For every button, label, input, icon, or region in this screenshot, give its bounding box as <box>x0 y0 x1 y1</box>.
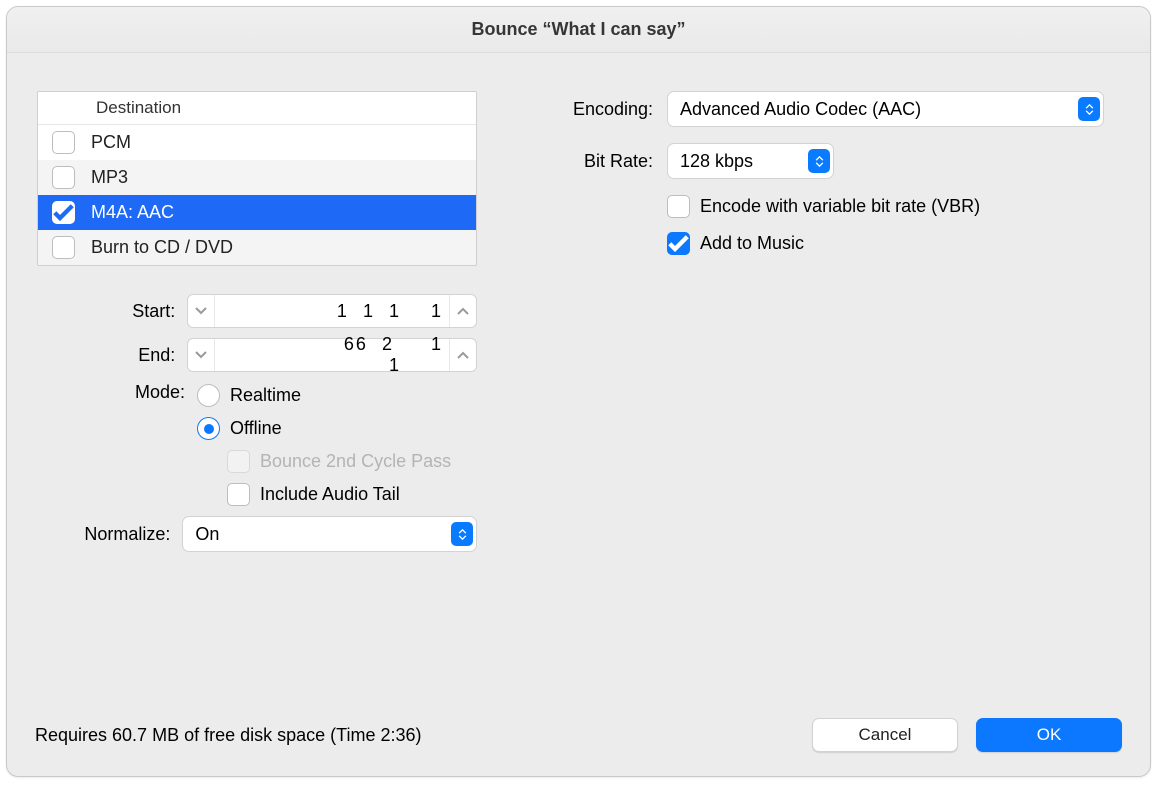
destination-label: Burn to CD / DVD <box>91 237 233 258</box>
window-title: Bounce “What I can say” <box>471 19 685 40</box>
mode-realtime-row[interactable]: Realtime <box>197 384 451 407</box>
bounce-dialog: Bounce “What I can say” Destination PCM <box>6 6 1151 777</box>
dropdown-icon <box>1078 97 1100 121</box>
start-c: 1 <box>389 301 401 321</box>
end-label: End: <box>37 345 187 366</box>
checkbox-mp3[interactable] <box>52 166 75 189</box>
bounce-2nd-row: Bounce 2nd Cycle Pass <box>197 450 451 473</box>
mode-offline-label: Offline <box>230 418 282 439</box>
footer-status: Requires 60.7 MB of free disk space (Tim… <box>35 725 422 746</box>
normalize-value: On <box>195 524 219 545</box>
dropdown-icon <box>808 149 830 173</box>
destination-row-m4a-aac[interactable]: M4A: AAC <box>38 195 476 230</box>
end-time-field[interactable]: 66 2 1 1 <box>187 338 477 372</box>
end-c: 1 <box>389 355 401 375</box>
bitrate-row: Bit Rate: 128 kbps <box>533 143 1120 179</box>
end-values[interactable]: 66 2 1 1 <box>215 334 449 376</box>
cancel-button[interactable]: Cancel <box>812 718 958 752</box>
left-form: Start: 1 1 1 1 <box>37 294 477 552</box>
start-b: 1 <box>363 301 375 321</box>
end-increment[interactable] <box>449 339 476 371</box>
mode-offline-row[interactable]: Offline <box>197 417 451 440</box>
vbr-label: Encode with variable bit rate (VBR) <box>700 196 980 217</box>
end-d: 1 <box>411 334 441 376</box>
normalize-select[interactable]: On <box>182 516 477 552</box>
destination-rows: PCM MP3 M4A: AAC <box>38 125 476 265</box>
destination-row-pcm[interactable]: PCM <box>38 125 476 160</box>
mode-options: Realtime Offline Bounce 2nd Cycle Pass <box>197 382 451 506</box>
destination-row-burn-cd-dvd[interactable]: Burn to CD / DVD <box>38 230 476 265</box>
footer: Requires 60.7 MB of free disk space (Tim… <box>7 718 1150 776</box>
end-b: 2 <box>382 334 394 354</box>
add-music-row[interactable]: Add to Music <box>667 232 1120 255</box>
destination-label: M4A: AAC <box>91 202 174 223</box>
footer-buttons: Cancel OK <box>812 718 1122 752</box>
right-checks: Encode with variable bit rate (VBR) Add … <box>667 195 1120 255</box>
end-a: 66 <box>344 334 368 354</box>
ok-button[interactable]: OK <box>976 718 1122 752</box>
bitrate-select[interactable]: 128 kbps <box>667 143 834 179</box>
radio-offline[interactable] <box>197 417 220 440</box>
bitrate-value: 128 kbps <box>680 151 753 172</box>
encoding-select[interactable]: Advanced Audio Codec (AAC) <box>667 91 1104 127</box>
destination-header: Destination <box>38 92 476 125</box>
include-tail-row[interactable]: Include Audio Tail <box>197 483 451 506</box>
bitrate-label: Bit Rate: <box>533 151 667 172</box>
cancel-button-label: Cancel <box>859 725 912 745</box>
mode-row: Mode: Realtime Offline <box>37 382 477 506</box>
normalize-row: Normalize: On <box>37 516 477 552</box>
checkbox-burn-cd-dvd[interactable] <box>52 236 75 259</box>
checkbox-vbr[interactable] <box>667 195 690 218</box>
dropdown-icon <box>451 522 473 546</box>
include-tail-label: Include Audio Tail <box>260 484 400 505</box>
checkbox-m4a-aac[interactable] <box>52 201 75 224</box>
bounce-2nd-label: Bounce 2nd Cycle Pass <box>260 451 451 472</box>
start-a: 1 <box>337 301 349 321</box>
mode-label: Mode: <box>37 382 197 403</box>
start-time-field[interactable]: 1 1 1 1 <box>187 294 477 328</box>
checkbox-pcm[interactable] <box>52 131 75 154</box>
encoding-value: Advanced Audio Codec (AAC) <box>680 99 921 120</box>
titlebar: Bounce “What I can say” <box>7 7 1150 53</box>
destination-table: Destination PCM MP3 <box>37 91 477 266</box>
vbr-row[interactable]: Encode with variable bit rate (VBR) <box>667 195 1120 218</box>
normalize-label: Normalize: <box>37 524 182 545</box>
checkbox-add-music[interactable] <box>667 232 690 255</box>
start-label: Start: <box>37 301 187 322</box>
start-values[interactable]: 1 1 1 1 <box>215 301 449 322</box>
start-d: 1 <box>411 301 441 322</box>
start-decrement[interactable] <box>188 295 215 327</box>
destination-row-mp3[interactable]: MP3 <box>38 160 476 195</box>
start-row: Start: 1 1 1 1 <box>37 294 477 328</box>
checkbox-bounce-2nd <box>227 450 250 473</box>
end-decrement[interactable] <box>188 339 215 371</box>
start-increment[interactable] <box>449 295 476 327</box>
checkbox-include-tail[interactable] <box>227 483 250 506</box>
right-column: Encoding: Advanced Audio Codec (AAC) Bit… <box>533 91 1120 718</box>
radio-realtime[interactable] <box>197 384 220 407</box>
mode-realtime-label: Realtime <box>230 385 301 406</box>
end-row: End: 66 2 1 1 <box>37 338 477 372</box>
content-area: Destination PCM MP3 <box>7 53 1150 718</box>
ok-button-label: OK <box>1037 725 1062 745</box>
left-column: Destination PCM MP3 <box>37 91 477 718</box>
encoding-row: Encoding: Advanced Audio Codec (AAC) <box>533 91 1120 127</box>
destination-label: PCM <box>91 132 131 153</box>
encoding-label: Encoding: <box>533 99 667 120</box>
destination-label: MP3 <box>91 167 128 188</box>
add-music-label: Add to Music <box>700 233 804 254</box>
